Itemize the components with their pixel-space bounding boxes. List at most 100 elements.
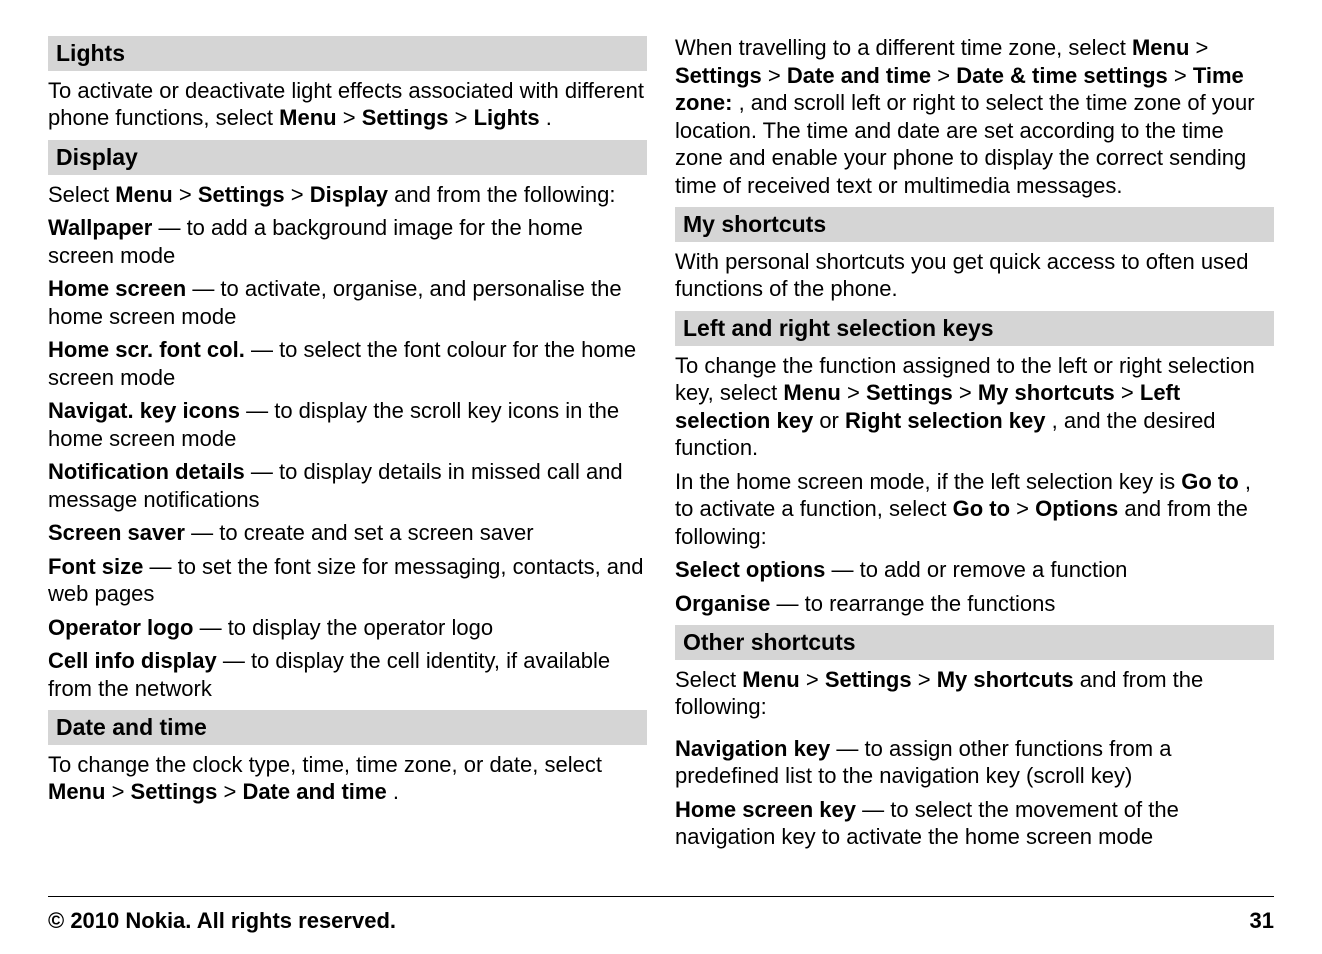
sep: > xyxy=(1174,63,1193,88)
item-desc: — to rearrange the functions xyxy=(777,591,1056,616)
item-label: Operator logo xyxy=(48,615,193,640)
page-footer: © 2010 Nokia. All rights reserved. 31 xyxy=(48,896,1274,935)
para-lights: To activate or deactivate light effects … xyxy=(48,77,647,132)
list-item: Navigation key — to assign other functio… xyxy=(675,735,1274,790)
right-column: When travelling to a different time zone… xyxy=(675,28,1274,857)
date-time-label: Date and time xyxy=(242,779,386,804)
item-label: Home screen key xyxy=(675,797,856,822)
my-shortcuts-label: My shortcuts xyxy=(978,380,1115,405)
para-date-time: To change the clock type, time, time zon… xyxy=(48,751,647,806)
text: or xyxy=(819,408,845,433)
sep: > xyxy=(455,105,474,130)
dot: . xyxy=(546,105,552,130)
text: and from the following: xyxy=(394,182,615,207)
copyright-text: © 2010 Nokia. All rights reserved. xyxy=(48,907,396,935)
heading-other-shortcuts: Other shortcuts xyxy=(675,625,1274,660)
para-my-shortcuts: With personal shortcuts you get quick ac… xyxy=(675,248,1274,303)
sep: > xyxy=(1016,496,1035,521)
text: In the home screen mode, if the left sel… xyxy=(675,469,1181,494)
date-time-settings-label: Date & time settings xyxy=(956,63,1168,88)
list-item: Cell info display — to display the cell … xyxy=(48,647,647,702)
sep: > xyxy=(343,105,362,130)
goto-label: Go to xyxy=(1181,469,1238,494)
lights-label: Lights xyxy=(474,105,540,130)
menu-label: Menu xyxy=(115,182,172,207)
list-item: Home screen — to activate, organise, and… xyxy=(48,275,647,330)
settings-label: Settings xyxy=(866,380,953,405)
text: When travelling to a different time zone… xyxy=(675,35,1132,60)
list-item: Operator logo — to display the operator … xyxy=(48,614,647,642)
para-other-intro: Select Menu > Settings > My shortcuts an… xyxy=(675,666,1274,721)
settings-label: Settings xyxy=(131,779,218,804)
list-item: Wallpaper — to add a background image fo… xyxy=(48,214,647,269)
text: Select xyxy=(48,182,115,207)
item-desc: — to create and set a screen saver xyxy=(191,520,533,545)
item-label: Home scr. font col. xyxy=(48,337,245,362)
text: With personal shortcuts you get quick ac… xyxy=(675,249,1249,302)
heading-left-right-keys: Left and right selection keys xyxy=(675,311,1274,346)
my-shortcuts-label: My shortcuts xyxy=(937,667,1074,692)
item-label: Notification details xyxy=(48,459,245,484)
para-timezone: When travelling to a different time zone… xyxy=(675,34,1274,199)
document-page: Lights To activate or deactivate light e… xyxy=(0,0,1322,954)
para-lr-2: In the home screen mode, if the left sel… xyxy=(675,468,1274,551)
sep: > xyxy=(223,779,242,804)
right-selection-key-label: Right selection key xyxy=(845,408,1046,433)
sep: > xyxy=(918,667,937,692)
menu-label: Menu xyxy=(1132,35,1189,60)
item-label: Cell info display xyxy=(48,648,217,673)
left-column: Lights To activate or deactivate light e… xyxy=(48,28,647,857)
list-item: Navigat. key icons — to display the scro… xyxy=(48,397,647,452)
sep: > xyxy=(1121,380,1140,405)
text: To change the clock type, time, time zon… xyxy=(48,752,602,777)
settings-label: Settings xyxy=(675,63,762,88)
page-number: 31 xyxy=(1250,907,1274,935)
sep: > xyxy=(847,380,866,405)
sep: > xyxy=(291,182,310,207)
columns: Lights To activate or deactivate light e… xyxy=(48,28,1274,857)
item-label: Navigation key xyxy=(675,736,830,761)
list-item: Home scr. font col. — to select the font… xyxy=(48,336,647,391)
text: Select xyxy=(675,667,742,692)
item-label: Select options xyxy=(675,557,825,582)
settings-label: Settings xyxy=(198,182,285,207)
list-item: Screen saver — to create and set a scree… xyxy=(48,519,647,547)
settings-label: Settings xyxy=(362,105,449,130)
sep: > xyxy=(959,380,978,405)
sep: > xyxy=(1196,35,1209,60)
para-display-intro: Select Menu > Settings > Display and fro… xyxy=(48,181,647,209)
settings-label: Settings xyxy=(825,667,912,692)
date-time-label: Date and time xyxy=(787,63,931,88)
sep: > xyxy=(768,63,787,88)
item-desc: — to add or remove a function xyxy=(831,557,1127,582)
item-label: Screen saver xyxy=(48,520,185,545)
list-item: Home screen key — to select the movement… xyxy=(675,796,1274,851)
heading-lights: Lights xyxy=(48,36,647,71)
menu-label: Menu xyxy=(742,667,799,692)
heading-display: Display xyxy=(48,140,647,175)
menu-label: Menu xyxy=(279,105,336,130)
sep: > xyxy=(806,667,825,692)
heading-my-shortcuts: My shortcuts xyxy=(675,207,1274,242)
list-item: Select options — to add or remove a func… xyxy=(675,556,1274,584)
list-item: Font size — to set the font size for mes… xyxy=(48,553,647,608)
item-desc: — to display the operator logo xyxy=(200,615,494,640)
item-label: Font size xyxy=(48,554,143,579)
goto-label: Go to xyxy=(953,496,1010,521)
sep: > xyxy=(179,182,198,207)
item-label: Navigat. key icons xyxy=(48,398,240,423)
item-label: Organise xyxy=(675,591,770,616)
sep: > xyxy=(112,779,131,804)
display-label: Display xyxy=(310,182,388,207)
text: , and scroll left or right to select the… xyxy=(675,90,1255,198)
options-label: Options xyxy=(1035,496,1118,521)
sep: > xyxy=(937,63,956,88)
list-item: Organise — to rearrange the functions xyxy=(675,590,1274,618)
item-label: Wallpaper xyxy=(48,215,152,240)
heading-date-time: Date and time xyxy=(48,710,647,745)
item-label: Home screen xyxy=(48,276,186,301)
menu-label: Menu xyxy=(48,779,105,804)
para-lr-1: To change the function assigned to the l… xyxy=(675,352,1274,462)
dot: . xyxy=(393,779,399,804)
menu-label: Menu xyxy=(783,380,840,405)
